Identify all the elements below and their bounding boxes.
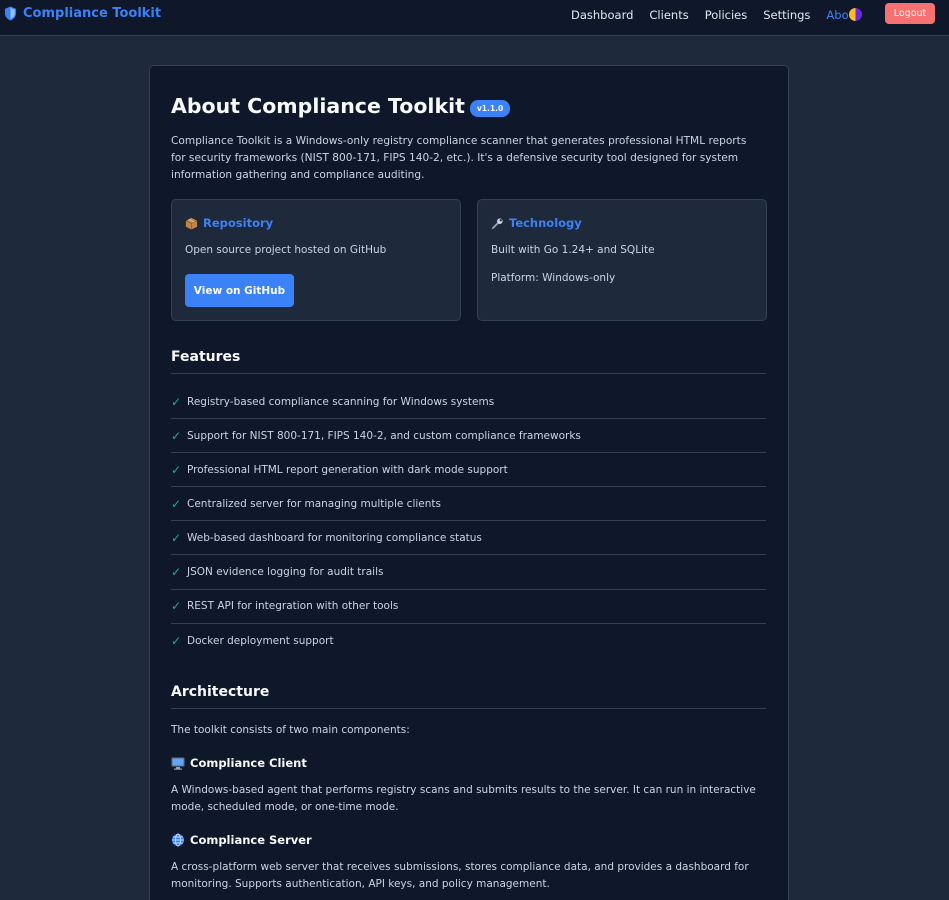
client-title: Compliance Client [190, 756, 307, 770]
server-heading: Compliance Server [171, 833, 312, 847]
about-card: About Compliance Toolkit v1.1.0 Complian… [149, 65, 789, 900]
technology-built-with: Built with Go 1.24+ and SQLite [491, 244, 655, 256]
check-icon: ✓ [171, 530, 182, 545]
features-list: ✓ Registry-based compliance scanning for … [171, 385, 766, 658]
nav-policies[interactable]: Policies [705, 8, 748, 22]
repository-title: Repository [203, 216, 274, 230]
server-description: A cross-platform web server that receive… [171, 861, 749, 890]
architecture-heading: Architecture [171, 684, 766, 709]
feature-text: Support for NIST 800-171, FIPS 140-2, an… [187, 429, 581, 442]
feature-text: Centralized server for managing multiple… [187, 497, 441, 510]
feature-item: ✓ Professional HTML report generation wit… [171, 453, 766, 488]
globe-icon [172, 833, 184, 847]
check-icon: ✓ [171, 599, 182, 614]
page-title: About Compliance Toolkit [171, 94, 465, 118]
features-heading: Features [171, 349, 766, 374]
repository-text: Open source project hosted on GitHub [185, 244, 387, 256]
version-badge: v1.1.0 [469, 100, 511, 117]
feature-item: ✓ Support for NIST 800-171, FIPS 140-2, a… [171, 419, 766, 454]
top-navbar: Compliance Toolkit Dashboard Clients Pol… [0, 0, 949, 36]
server-title: Compliance Server [190, 833, 312, 847]
feature-text: Web-based dashboard for monitoring compl… [187, 531, 482, 544]
feature-item: ✓ JSON evidence logging for audit trails [171, 555, 766, 590]
brand[interactable]: Compliance Toolkit [4, 6, 161, 21]
feature-item: ✓ Centralized server for managing multipl… [171, 487, 766, 522]
check-icon: ✓ [171, 496, 182, 511]
feature-text: Docker deployment support [187, 634, 334, 647]
feature-item: ✓ Docker deployment support [171, 624, 766, 658]
technology-box: Technology Built with Go 1.24+ and SQLit… [477, 199, 767, 321]
check-icon: ✓ [171, 633, 182, 648]
feature-item: ✓ Web-based dashboard for monitoring comp… [171, 521, 766, 556]
logout-button[interactable]: Logout [885, 3, 935, 24]
technology-platform: Platform: Windows-only [491, 272, 616, 284]
technology-heading: Technology [491, 216, 582, 230]
check-icon: ✓ [171, 462, 182, 477]
client-description: A Windows-based agent that performs regi… [171, 784, 756, 813]
nav-clients[interactable]: Clients [649, 8, 688, 22]
repository-heading: Repository [185, 216, 273, 230]
check-icon: ✓ [171, 428, 182, 443]
architecture-intro: The toolkit consists of two main compone… [171, 724, 410, 736]
view-on-github-button[interactable]: View on GitHub [185, 274, 294, 307]
check-icon: ✓ [171, 394, 182, 409]
repository-box: Repository Open source project hosted on… [171, 199, 461, 321]
feature-text: Professional HTML report generation with… [187, 463, 508, 476]
technology-title: Technology [509, 216, 582, 230]
nav-settings[interactable]: Settings [763, 8, 810, 22]
feature-item: ✓ Registry-based compliance scanning for … [171, 385, 766, 420]
wrench-icon [491, 217, 503, 229]
check-icon: ✓ [171, 565, 182, 580]
computer-icon [171, 757, 185, 770]
theme-toggle-icon[interactable] [849, 8, 862, 21]
brand-name: Compliance Toolkit [23, 6, 162, 21]
nav-links: Dashboard Clients Policies Settings Abou… [571, 8, 860, 22]
feature-item: ✓ REST API for integration with other too… [171, 590, 766, 624]
feature-text: REST API for integration with other tool… [187, 600, 399, 613]
feature-text: JSON evidence logging for audit trails [187, 566, 384, 579]
intro-text: Compliance Toolkit is a Windows-only reg… [171, 135, 747, 181]
package-icon [185, 217, 198, 230]
shield-icon [4, 6, 17, 21]
title-row: About Compliance Toolkit v1.1.0 [171, 94, 511, 119]
feature-text: Registry-based compliance scanning for W… [187, 395, 495, 408]
client-heading: Compliance Client [171, 756, 307, 770]
nav-dashboard[interactable]: Dashboard [571, 8, 633, 22]
